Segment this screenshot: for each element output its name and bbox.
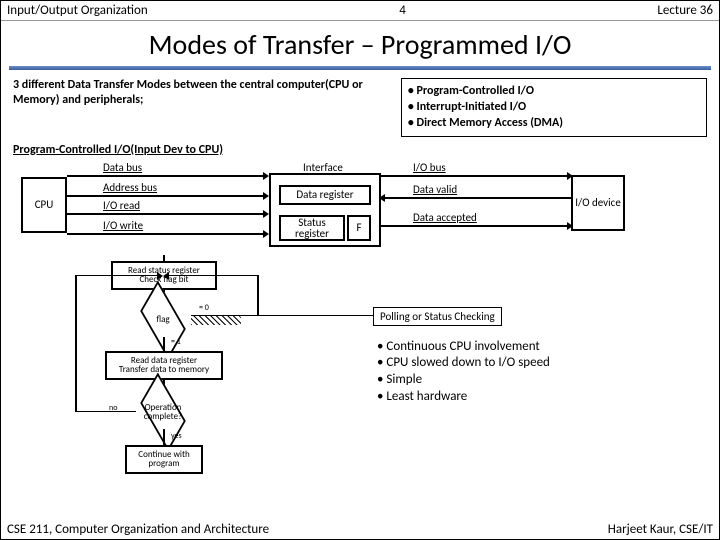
data-register: Data register: [279, 185, 371, 205]
step-read-data: Read data registerTransfer data to memor…: [105, 351, 223, 381]
data-valid-line: [381, 197, 571, 199]
hdr-left: Input/Output Organization: [7, 3, 148, 18]
eq1-label: = 1: [171, 337, 181, 347]
flowchart: Read status registerCheck flag bit flag …: [13, 255, 707, 485]
data-accepted-line: [381, 225, 571, 227]
mode-1: • Program-Controlled I/O: [408, 83, 700, 99]
io-bus-line: [381, 175, 571, 177]
bus-diagram: CPU Data bus Address bus I/O read I/O wr…: [13, 159, 707, 251]
decision-flag: flag: [136, 303, 190, 337]
eq0-label: = 0: [199, 303, 209, 313]
bullet-list: • Continuous CPU involvement • CPU slowe…: [377, 339, 550, 407]
data-valid-label: Data valid: [413, 183, 457, 196]
bullet-4: • Least hardware: [377, 389, 550, 406]
io-device-box: I/O device: [571, 175, 625, 231]
hdr-center: 4: [399, 3, 406, 18]
hatch-icon: [191, 315, 241, 325]
bullet-2: • CPU slowed down to I/O speed: [377, 355, 550, 372]
mode-2: • Interrupt-Initiated I/O: [408, 99, 700, 115]
data-accepted-label: Data accepted: [413, 211, 477, 224]
data-bus-label: Data bus: [103, 161, 142, 174]
addr-bus-line: [67, 195, 267, 197]
polling-box: Polling or Status Checking: [373, 307, 502, 326]
decision-complete: Operation complete?: [136, 395, 190, 429]
footer-left: CSE 211, Computer Organization and Archi…: [7, 522, 269, 537]
modes-box: • Program-Controlled I/O • Interrupt-Ini…: [401, 78, 707, 137]
slide-title: Modes of Transfer – Programmed I/O: [1, 21, 719, 66]
io-read-line: [67, 213, 267, 215]
data-bus-line: [67, 175, 267, 177]
io-bus-label: I/O bus: [413, 161, 446, 174]
yes-label: yes: [171, 431, 182, 441]
io-write-label: I/O write: [103, 219, 143, 232]
bullet-1: • Continuous CPU involvement: [377, 339, 550, 356]
mode-3: • Direct Memory Access (DMA): [408, 115, 700, 131]
io-write-line: [67, 233, 267, 235]
addr-bus-label: Address bus: [103, 181, 157, 194]
bullet-3: • Simple: [377, 372, 550, 389]
footer-right: Harjeet Kaur, CSE/IT: [608, 522, 713, 537]
io-read-label: I/O read: [103, 199, 140, 212]
status-register: Status register: [279, 215, 345, 241]
hdr-right: Lecture 36: [657, 3, 713, 18]
cpu-box: CPU: [21, 177, 67, 233]
title-rule: [9, 66, 711, 70]
step-continue: Continue with program: [125, 445, 203, 475]
intro-text: 3 different Data Transfer Modes between …: [13, 78, 393, 137]
f-flag: F: [347, 215, 371, 241]
subheading: Program-Controlled I/O(Input Dev to CPU): [1, 137, 719, 157]
